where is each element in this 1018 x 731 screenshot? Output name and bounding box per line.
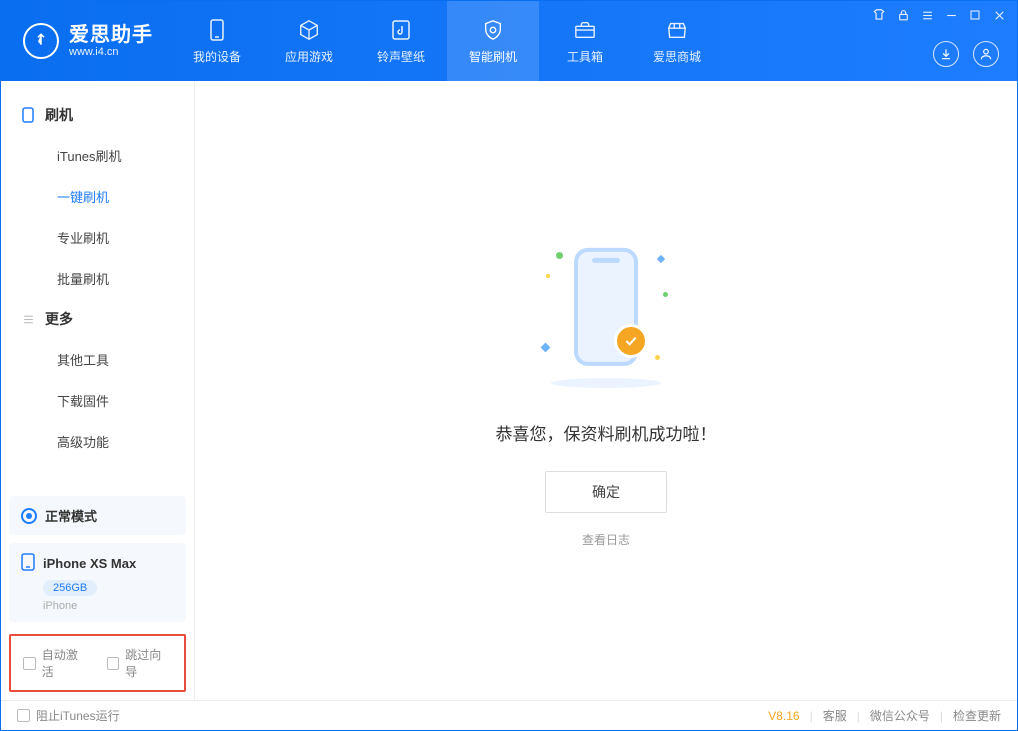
sidebar-item-itunes-flash[interactable]: iTunes刷机 <box>1 135 194 176</box>
check-update-link[interactable]: 检查更新 <box>953 707 1001 724</box>
sidebar-item-other-tools[interactable]: 其他工具 <box>1 339 194 380</box>
device-icon <box>205 18 229 42</box>
tab-label: 应用游戏 <box>285 48 333 65</box>
user-icon[interactable] <box>973 41 999 67</box>
phone-icon <box>21 108 35 122</box>
success-illustration <box>526 234 686 394</box>
device-storage: 256GB <box>43 580 97 596</box>
sidebar-item-download-firmware[interactable]: 下载固件 <box>1 380 194 421</box>
device-card[interactable]: iPhone XS Max 256GB iPhone <box>9 543 186 622</box>
app-logo-icon <box>23 23 59 59</box>
tab-label: 我的设备 <box>193 48 241 65</box>
checkbox-skip-guide[interactable]: 跳过向导 <box>107 646 173 680</box>
success-check-icon <box>614 324 648 358</box>
tab-ringtones-wallpapers[interactable]: 铃声壁纸 <box>355 1 447 81</box>
options-highlight-box: 自动激活 跳过向导 <box>9 634 186 692</box>
close-icon[interactable] <box>991 7 1007 23</box>
status-card[interactable]: 正常模式 <box>9 496 186 535</box>
sidebar-item-batch-flash[interactable]: 批量刷机 <box>1 258 194 299</box>
sidebar-group-label: 刷机 <box>45 105 73 125</box>
tab-label: 铃声壁纸 <box>377 48 425 65</box>
logo-area: 爱思助手 www.i4.cn <box>1 23 171 59</box>
body: 刷机 iTunes刷机 一键刷机 专业刷机 批量刷机 更多 其他工具 下载固件 … <box>1 81 1017 700</box>
sidebar-group-label: 更多 <box>45 309 73 329</box>
toolbox-icon <box>573 18 597 42</box>
store-icon <box>665 18 689 42</box>
brand-name: 爱思助手 <box>69 24 153 46</box>
support-link[interactable]: 客服 <box>823 707 847 724</box>
checkbox-icon <box>23 657 36 670</box>
checkbox-label: 阻止iTunes运行 <box>36 707 120 724</box>
header-bar: 爱思助手 www.i4.cn 我的设备 应用游戏 铃声壁纸 智能刷机 工具箱 爱… <box>1 1 1017 81</box>
checkbox-icon <box>107 657 120 670</box>
tab-label: 工具箱 <box>567 48 603 65</box>
header-right-icons <box>933 41 999 67</box>
device-type: iPhone <box>43 600 174 612</box>
version-label: V8.16 <box>768 709 799 723</box>
list-icon <box>21 312 35 326</box>
tab-label: 智能刷机 <box>469 48 517 65</box>
ok-button[interactable]: 确定 <box>545 471 667 513</box>
tab-my-device[interactable]: 我的设备 <box>171 1 263 81</box>
wechat-link[interactable]: 微信公众号 <box>870 707 930 724</box>
maximize-icon[interactable] <box>967 7 983 23</box>
music-file-icon <box>389 18 413 42</box>
status-dot-icon <box>21 508 37 524</box>
tab-store[interactable]: 爱思商城 <box>631 1 723 81</box>
tab-smart-flash[interactable]: 智能刷机 <box>447 1 539 81</box>
sidebar: 刷机 iTunes刷机 一键刷机 专业刷机 批量刷机 更多 其他工具 下载固件 … <box>1 81 195 700</box>
checkbox-icon <box>17 709 30 722</box>
window-controls <box>871 7 1007 23</box>
status-label: 正常模式 <box>45 506 97 525</box>
main-content: 恭喜您，保资料刷机成功啦！ 确定 查看日志 <box>195 81 1017 700</box>
sidebar-item-advanced[interactable]: 高级功能 <box>1 421 194 462</box>
shirt-icon[interactable] <box>871 7 887 23</box>
footer-bar: 阻止iTunes运行 V8.16 | 客服 | 微信公众号 | 检查更新 <box>1 700 1017 730</box>
sidebar-group-more: 更多 <box>1 299 194 339</box>
device-name: iPhone XS Max <box>43 556 136 571</box>
cube-icon <box>297 18 321 42</box>
menu-icon[interactable] <box>919 7 935 23</box>
checkbox-auto-activate[interactable]: 自动激活 <box>23 646 89 680</box>
checkbox-block-itunes[interactable]: 阻止iTunes运行 <box>17 707 120 724</box>
success-message: 恭喜您，保资料刷机成功啦！ <box>496 420 717 445</box>
minimize-icon[interactable] <box>943 7 959 23</box>
shield-refresh-icon <box>481 18 505 42</box>
lock-icon[interactable] <box>895 7 911 23</box>
tab-toolbox[interactable]: 工具箱 <box>539 1 631 81</box>
sidebar-item-onekey-flash[interactable]: 一键刷机 <box>1 176 194 217</box>
brand-domain: www.i4.cn <box>69 46 153 58</box>
checkbox-label: 自动激活 <box>42 646 89 680</box>
phone-outline-icon <box>21 553 35 574</box>
checkbox-label: 跳过向导 <box>125 646 172 680</box>
tab-apps-games[interactable]: 应用游戏 <box>263 1 355 81</box>
sidebar-group-flash: 刷机 <box>1 95 194 135</box>
download-icon[interactable] <box>933 41 959 67</box>
view-log-link[interactable]: 查看日志 <box>582 531 630 548</box>
tab-label: 爱思商城 <box>653 48 701 65</box>
sidebar-item-pro-flash[interactable]: 专业刷机 <box>1 217 194 258</box>
main-tabs: 我的设备 应用游戏 铃声壁纸 智能刷机 工具箱 爱思商城 <box>171 1 723 81</box>
